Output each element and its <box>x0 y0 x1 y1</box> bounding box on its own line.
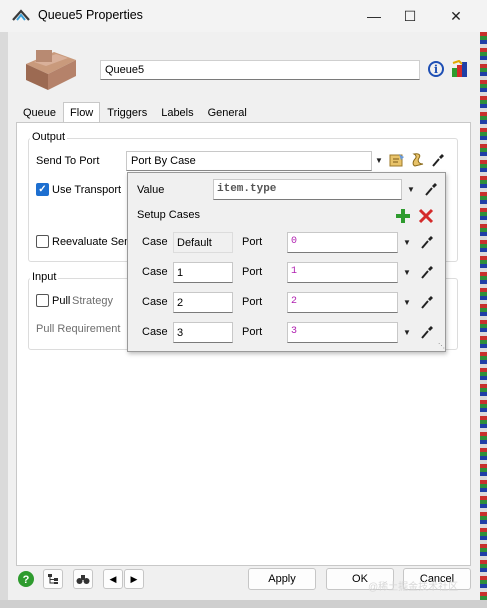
send-to-port-label: Send To Port <box>36 155 100 167</box>
pull-checkbox[interactable] <box>36 294 49 307</box>
port-eyedropper-icon[interactable] <box>420 294 434 310</box>
help-icon[interactable]: ? <box>17 570 35 588</box>
previous-button[interactable]: ◀ <box>103 569 123 589</box>
output-group-label: Output <box>30 131 68 143</box>
arrow-right-icon: ▶ <box>130 573 138 584</box>
tree-view-button[interactable] <box>43 569 63 589</box>
port-label: Port <box>242 236 263 248</box>
case-label: Case <box>142 296 168 308</box>
delete-case-icon[interactable] <box>418 208 434 224</box>
reevaluate-checkbox[interactable] <box>36 235 49 248</box>
value-field[interactable]: item.type <box>213 179 402 200</box>
tab-queue[interactable]: Queue <box>16 103 63 123</box>
tab-general[interactable]: General <box>201 103 254 123</box>
case-row: Case 3 Port 3 ▼ <box>128 321 447 345</box>
port-eyedropper-icon[interactable] <box>420 264 434 280</box>
tab-labels[interactable]: Labels <box>154 103 200 123</box>
tab-triggers[interactable]: Triggers <box>100 103 154 123</box>
case-value-field[interactable]: 2 <box>173 292 233 313</box>
port-value-field[interactable]: 2 <box>287 292 398 313</box>
color-palette-icon[interactable] <box>450 60 468 78</box>
background-canvas-bottom <box>0 600 487 608</box>
resize-grip-icon[interactable]: ⋱ <box>438 342 445 350</box>
svg-text:?: ? <box>23 574 30 586</box>
case-value-field: Default <box>173 232 233 253</box>
use-transport-label: Use Transport <box>52 184 122 196</box>
case-row: Case 2 Port 2 ▼ <box>128 291 447 315</box>
port-chevron-down-icon[interactable]: ▼ <box>403 298 411 307</box>
port-eyedropper-icon[interactable] <box>420 234 434 250</box>
case-label: Case <box>142 326 168 338</box>
value-label: Value <box>137 184 165 196</box>
find-button[interactable] <box>73 569 93 589</box>
port-chevron-down-icon[interactable]: ▼ <box>403 328 411 337</box>
arrow-left-icon: ◀ <box>109 573 117 584</box>
strategy-label: Strategy <box>72 295 113 307</box>
port-label: Port <box>242 326 263 338</box>
app-logo-icon <box>12 9 30 21</box>
queue-object-icon <box>26 50 76 90</box>
setup-cases-label: Setup Cases <box>137 209 200 221</box>
binoculars-icon <box>76 575 90 584</box>
close-icon[interactable]: ✕ <box>433 0 479 32</box>
port-chevron-down-icon[interactable]: ▼ <box>403 238 411 247</box>
next-button[interactable]: ▶ <box>124 569 144 589</box>
pull-requirement-label: Pull Requirement <box>36 323 121 335</box>
object-name-field[interactable]: Queue5 <box>100 60 420 80</box>
apply-button[interactable]: Apply <box>248 568 316 590</box>
value-eyedropper-icon[interactable] <box>424 181 438 197</box>
case-row: Case Default Port 0 ▼ <box>128 231 447 255</box>
maximize-icon[interactable]: ☐ <box>387 0 433 32</box>
case-label: Case <box>142 266 168 278</box>
info-icon[interactable]: i <box>428 61 444 77</box>
case-row: Case 1 Port 1 ▼ <box>128 261 447 285</box>
script-icon[interactable] <box>411 152 425 168</box>
port-by-case-popup: Value item.type ▼ Setup Cases Case Defau… <box>127 172 446 352</box>
port-value-field[interactable]: 1 <box>287 262 398 283</box>
background-canvas-right <box>480 32 487 608</box>
send-to-port-combo[interactable]: Port By Case <box>126 151 372 171</box>
eyedropper-icon[interactable] <box>431 152 445 168</box>
port-value-field[interactable]: 3 <box>287 322 398 343</box>
port-label: Port <box>242 296 263 308</box>
window-title: Queue5 Properties <box>38 8 143 22</box>
use-transport-checkbox[interactable]: ✓ <box>36 183 49 196</box>
background-canvas-left <box>0 32 8 608</box>
watermark: @稀土掘金技术社区 <box>368 582 459 593</box>
input-group-label: Input <box>30 271 59 283</box>
tab-flow[interactable]: Flow <box>63 102 101 123</box>
case-label: Case <box>142 236 168 248</box>
title-bar: Queue5 Properties — ☐ ✕ <box>0 0 487 32</box>
port-value-field[interactable]: 0 <box>287 232 398 253</box>
tree-icon <box>48 574 58 584</box>
add-case-icon[interactable] <box>395 208 411 224</box>
edit-code-icon[interactable] <box>389 152 405 168</box>
tab-strip: Queue Flow Triggers Labels General <box>16 102 254 123</box>
chevron-down-icon[interactable]: ▼ <box>375 156 383 165</box>
value-chevron-down-icon[interactable]: ▼ <box>407 185 415 194</box>
port-label: Port <box>242 266 263 278</box>
port-eyedropper-icon[interactable] <box>420 324 434 340</box>
reevaluate-label: Reevaluate Sen <box>52 236 131 248</box>
case-value-field[interactable]: 3 <box>173 322 233 343</box>
port-chevron-down-icon[interactable]: ▼ <box>403 268 411 277</box>
case-value-field[interactable]: 1 <box>173 262 233 283</box>
pull-label: Pull <box>52 295 71 307</box>
